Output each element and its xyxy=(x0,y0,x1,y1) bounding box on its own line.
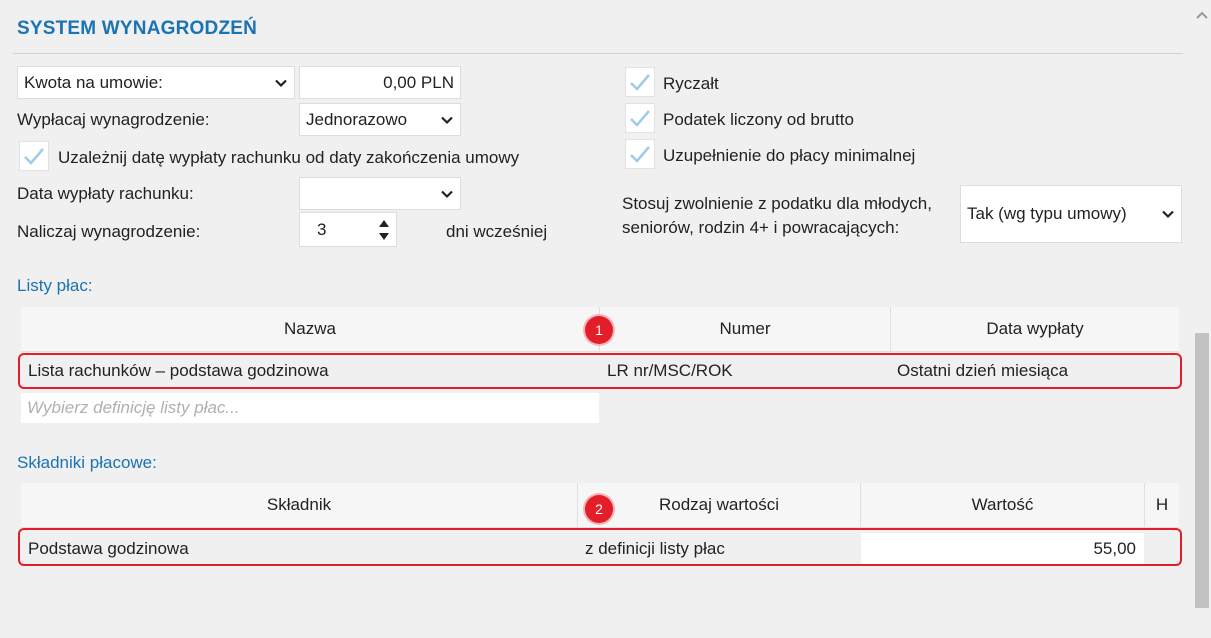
checkmark-icon xyxy=(630,74,650,91)
lump-sum-label: Ryczałt xyxy=(663,74,719,93)
chevron-down-icon xyxy=(1162,210,1174,219)
annotation-badge: 2 xyxy=(585,495,613,523)
accrue-value: 3 xyxy=(317,219,327,239)
column-header-pay-date[interactable]: Data wypłaty xyxy=(891,307,1179,352)
pay-method-label: Wypłacaj wynagrodzenie: xyxy=(17,110,210,129)
accrue-stepper[interactable]: 3 xyxy=(299,212,397,247)
lump-sum-checkbox[interactable] xyxy=(625,67,655,97)
pay-date-dropdown[interactable] xyxy=(299,177,461,210)
min-wage-label: Uzupełnienie do płacy minimalnej xyxy=(663,146,916,165)
section-title: SYSTEM WYNAGRODZEŃ xyxy=(17,18,258,39)
scroll-up-icon[interactable] xyxy=(1196,10,1208,20)
chevron-down-icon xyxy=(275,79,287,87)
exemption-value: Tak (wg typu umowy) xyxy=(967,204,1127,223)
exemption-dropdown[interactable]: Tak (wg typu umowy) xyxy=(960,185,1182,243)
scrollbar-thumb[interactable] xyxy=(1195,333,1209,608)
payroll-list-picker[interactable]: Wybierz definicję listy płac... xyxy=(21,393,599,423)
column-header-number[interactable]: Numer xyxy=(600,307,891,352)
chevron-down-icon xyxy=(441,190,453,198)
highlight-frame xyxy=(18,528,1182,566)
divider xyxy=(13,53,1183,54)
column-header-h[interactable]: H xyxy=(1145,483,1179,528)
annotation-badge: 1 xyxy=(585,316,613,344)
pay-method-dropdown[interactable]: Jednorazowo xyxy=(299,103,461,136)
column-header-component[interactable]: Składnik xyxy=(21,483,578,528)
min-wage-checkbox[interactable] xyxy=(625,139,655,169)
spin-down-icon[interactable] xyxy=(378,232,390,241)
checkmark-icon xyxy=(630,146,650,163)
payroll-lists-title: Listy płac: xyxy=(17,276,93,295)
checkmark-icon xyxy=(630,110,650,127)
checkmark-icon xyxy=(24,148,44,165)
accrue-suffix: dni wcześniej xyxy=(446,222,548,241)
amount-type-dropdown[interactable]: Kwota na umowie: xyxy=(17,66,295,99)
components-title: Składniki płacowe: xyxy=(17,453,157,472)
column-header-value-type[interactable]: Rodzaj wartości xyxy=(578,483,861,528)
gross-tax-checkbox[interactable] xyxy=(625,103,655,133)
gross-tax-label: Podatek liczony od brutto xyxy=(663,110,854,129)
accrue-label: Naliczaj wynagrodzenie: xyxy=(17,222,201,241)
pay-method-value: Jednorazowo xyxy=(306,109,408,129)
amount-type-label: Kwota na umowie: xyxy=(24,72,163,92)
exemption-label-line1: Stosuj zwolnienie z podatku dla młodych, xyxy=(622,194,932,213)
exemption-label-line2: seniorów, rodzin 4+ i powracających: xyxy=(622,218,900,237)
amount-value: 0,00 PLN xyxy=(383,72,454,92)
spin-up-icon[interactable] xyxy=(378,219,390,228)
pay-date-label: Data wypłaty rachunku: xyxy=(17,184,194,203)
column-header-name[interactable]: Nazwa xyxy=(21,307,600,352)
highlight-frame xyxy=(18,353,1182,389)
chevron-down-icon xyxy=(441,116,453,124)
amount-input[interactable]: 0,00 PLN xyxy=(299,66,461,99)
column-header-value[interactable]: Wartość xyxy=(861,483,1145,528)
depend-date-label: Uzależnij datę wypłaty rachunku od daty … xyxy=(58,148,520,167)
depend-date-checkbox[interactable] xyxy=(19,141,49,171)
